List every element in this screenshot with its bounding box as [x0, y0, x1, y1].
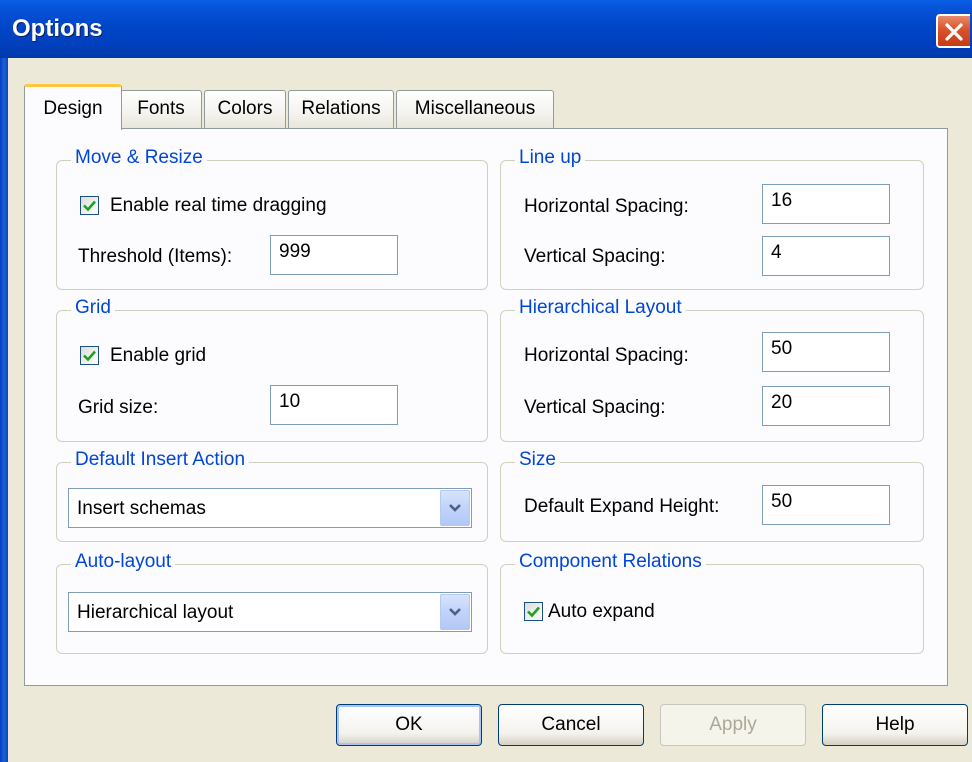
enable-grid-checkbox[interactable] — [80, 346, 99, 365]
tab-label: Colors — [217, 98, 273, 119]
hierarchical-vertical-input[interactable]: 20 — [762, 386, 890, 426]
enable-grid-label[interactable]: Enable grid — [110, 345, 206, 367]
grid-size-label: Grid size: — [78, 397, 159, 418]
close-icon — [945, 23, 963, 41]
ok-button[interactable]: OK — [336, 704, 482, 746]
tab-fonts[interactable]: Fonts — [120, 90, 202, 128]
tab-miscellaneous[interactable]: Miscellaneous — [396, 90, 554, 128]
line-up-vertical-input[interactable]: 4 — [762, 236, 890, 276]
group-title: Hierarchical Layout — [515, 297, 686, 319]
selected-value: Insert schemas — [77, 498, 206, 519]
check-mark-icon — [527, 606, 540, 618]
tab-label: Fonts — [137, 98, 185, 119]
help-button[interactable]: Help — [822, 704, 968, 746]
auto-expand-checkbox[interactable] — [524, 602, 543, 621]
default-insert-select[interactable]: Insert schemas — [68, 488, 472, 528]
chevron-down-icon — [449, 608, 461, 616]
check-mark-icon — [83, 200, 96, 212]
apply-button[interactable]: Apply — [660, 704, 806, 746]
tab-colors[interactable]: Colors — [204, 90, 286, 128]
grid-size-input[interactable]: 10 — [270, 385, 398, 425]
dropdown-button[interactable] — [440, 594, 470, 630]
hierarchical-horizontal-label: Horizontal Spacing: — [524, 345, 689, 366]
line-up-horizontal-label: Horizontal Spacing: — [524, 196, 689, 217]
group-title: Grid — [71, 297, 115, 319]
group-title: Size — [515, 449, 560, 471]
selected-value: Hierarchical layout — [77, 602, 234, 623]
tab-label: Relations — [301, 98, 381, 119]
threshold-input[interactable]: 999 — [270, 235, 398, 275]
hierarchical-horizontal-input[interactable]: 50 — [762, 332, 890, 372]
group-title: Component Relations — [515, 551, 706, 573]
line-up-vertical-label: Vertical Spacing: — [524, 246, 666, 267]
group-title: Auto-layout — [71, 551, 176, 573]
enable-dragging-checkbox[interactable] — [80, 196, 99, 215]
group-title: Default Insert Action — [71, 449, 250, 471]
tab-label: Design — [43, 98, 103, 119]
hierarchical-vertical-label: Vertical Spacing: — [524, 397, 666, 418]
check-mark-icon — [83, 350, 96, 362]
title-bar[interactable]: Options — [0, 0, 972, 58]
threshold-label: Threshold (Items): — [78, 246, 233, 267]
group-title: Move & Resize — [71, 147, 207, 169]
enable-dragging-label[interactable]: Enable real time dragging — [110, 195, 327, 217]
cancel-button[interactable]: Cancel — [498, 704, 644, 746]
chevron-down-icon — [449, 504, 461, 512]
auto-expand-label[interactable]: Auto expand — [548, 601, 655, 623]
auto-layout-select[interactable]: Hierarchical layout — [68, 592, 472, 632]
tab-label: Miscellaneous — [414, 98, 536, 119]
window-title: Options — [12, 15, 103, 42]
tab-design[interactable]: Design — [24, 84, 122, 130]
close-button[interactable] — [936, 14, 970, 48]
default-expand-height-input[interactable]: 50 — [762, 485, 890, 525]
window-border — [0, 58, 8, 762]
dropdown-button[interactable] — [440, 490, 470, 526]
tab-relations[interactable]: Relations — [288, 90, 394, 128]
group-title: Line up — [515, 147, 586, 169]
default-expand-height-label: Default Expand Height: — [524, 496, 720, 517]
line-up-horizontal-input[interactable]: 16 — [762, 184, 890, 224]
